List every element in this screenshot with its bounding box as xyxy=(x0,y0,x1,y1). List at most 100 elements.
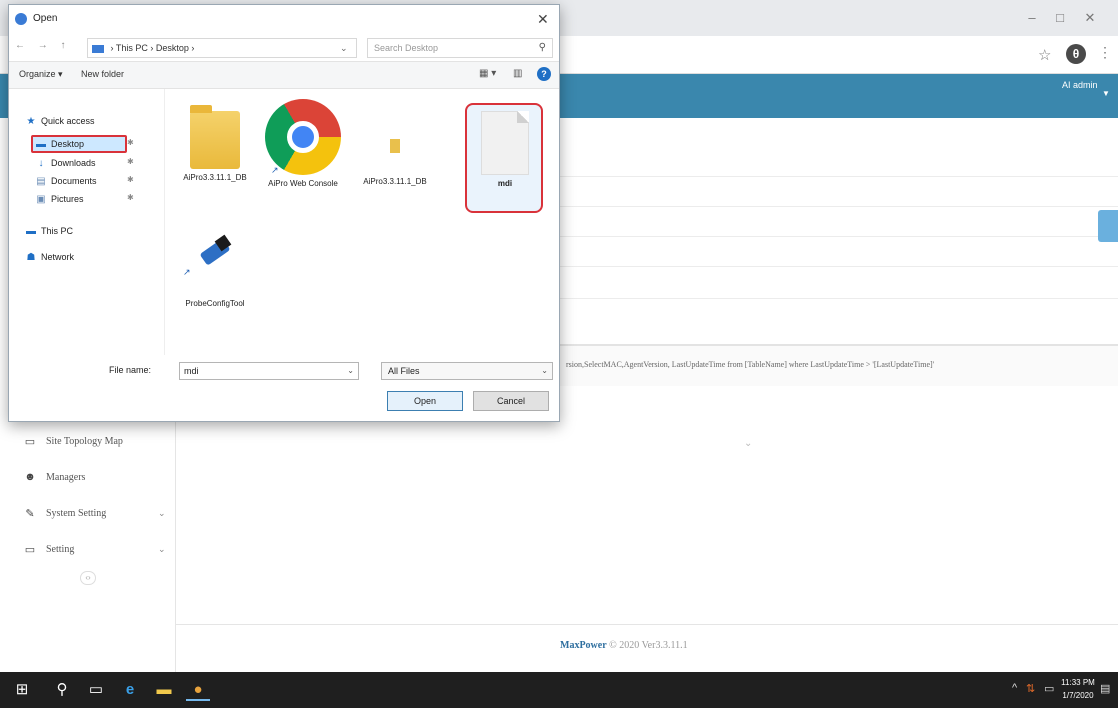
pin-icon[interactable]: ✱ xyxy=(127,138,134,147)
pin-icon[interactable]: ✱ xyxy=(127,175,134,184)
edge-browser-icon[interactable]: e xyxy=(118,679,142,701)
file-item-folder[interactable]: AiPro3.3.11.1_DB xyxy=(355,101,435,187)
clock-time: 11:33 PM xyxy=(1061,678,1095,687)
notification-icon[interactable]: ▤ xyxy=(1100,682,1110,695)
more-menu-icon[interactable]: ⋮ xyxy=(1098,44,1112,61)
users-icon: ☻ xyxy=(24,471,36,483)
clock[interactable]: 11:33 PM 1/7/2020 xyxy=(1060,676,1096,702)
breadcrumb: › This PC › Desktop › xyxy=(110,43,195,53)
chrome-icon xyxy=(265,99,341,175)
documents-icon: ▤ xyxy=(36,176,46,187)
maximize-icon[interactable]: □ xyxy=(1046,8,1074,28)
user-name: AI admin xyxy=(1062,80,1098,90)
search-placeholder: Search Desktop xyxy=(374,43,439,53)
pin-icon[interactable]: ✱ xyxy=(127,193,134,202)
navigation-arrows-icon[interactable]: ← → ↑ xyxy=(15,40,71,51)
file-item-shortcut[interactable]: ↗ AiPro Web Console xyxy=(263,95,343,189)
address-bar[interactable]: › This PC › Desktop › ⌄ ↻ xyxy=(87,38,357,71)
pane-item-documents[interactable]: ▤ Documents xyxy=(35,173,97,189)
network-icon: ☗ xyxy=(26,252,36,263)
file-name: AiPro3.3.11.1_DB xyxy=(183,173,247,182)
chrome-icon xyxy=(15,13,27,25)
file-item-folder[interactable]: AiPro3.3.11.1_DB xyxy=(175,101,255,183)
side-panel-toggle[interactable] xyxy=(1098,210,1118,242)
divider xyxy=(560,266,1118,267)
sidebar: ▭ Site Topology Map ☻ Managers ✎ System … xyxy=(0,420,176,672)
open-button[interactable]: Open xyxy=(387,391,463,411)
file-type-select[interactable]: All Files ⌄ xyxy=(381,362,553,380)
chevron-up-icon[interactable]: ^ xyxy=(1012,682,1017,694)
screen-icon: ▭ xyxy=(24,543,36,556)
sidebar-item-system-setting[interactable]: ✎ System Setting ⌄ xyxy=(0,498,176,528)
close-icon[interactable]: ✕ xyxy=(1076,8,1104,28)
sidebar-item-managers[interactable]: ☻ Managers xyxy=(0,462,176,492)
close-icon[interactable]: ✕ xyxy=(537,11,549,28)
pin-icon[interactable]: ✱ xyxy=(127,157,134,166)
task-view-icon[interactable]: ▭ xyxy=(84,679,108,701)
file-list: AiPro3.3.11.1_DB ↗ AiPro Web Console AiP… xyxy=(169,95,555,355)
sidebar-item-setting[interactable]: ▭ Setting ⌄ xyxy=(0,534,176,564)
search-icon[interactable]: ⚲ xyxy=(50,679,74,701)
chevron-down-icon[interactable]: ⌄ xyxy=(744,438,752,449)
preview-pane-icon[interactable]: ▥ xyxy=(513,68,522,79)
chevron-down-icon: ⌄ xyxy=(541,366,548,375)
star-icon: ★ xyxy=(26,116,36,127)
file-explorer-icon[interactable]: ▬ xyxy=(152,679,176,701)
file-type-value: All Files xyxy=(388,366,420,376)
help-icon[interactable]: ? xyxy=(537,67,551,81)
search-icon: ⚲ xyxy=(538,42,546,53)
dialog-titlebar: Open ✕ xyxy=(9,5,559,35)
sidebar-collapse-button[interactable]: ‹› xyxy=(80,571,96,585)
zip-folder-icon xyxy=(390,139,400,153)
divider xyxy=(560,176,1118,177)
pane-item-quick-access[interactable]: ★ Quick access xyxy=(25,113,95,129)
chevron-down-icon[interactable]: ⌄ xyxy=(347,363,354,379)
account-icon[interactable]: θ xyxy=(1066,44,1086,64)
shortcut-arrow-icon: ↗ xyxy=(271,165,279,175)
organize-button[interactable]: Organize ▾ xyxy=(19,69,63,80)
file-name: AiPro Web Console xyxy=(268,179,338,188)
view-options-icon[interactable]: ▦ ▾ xyxy=(479,68,496,79)
file-name-value: mdi xyxy=(184,366,199,376)
pane-item-this-pc[interactable]: ▬ This PC xyxy=(25,223,73,239)
footer-copyright: © 2020 Ver3.3.11.1 xyxy=(609,640,688,651)
pane-item-downloads[interactable]: ↓ Downloads xyxy=(35,155,96,171)
edit-icon: ✎ xyxy=(25,507,35,520)
sidebar-item-label: System Setting xyxy=(46,507,107,519)
pane-item-label: Pictures xyxy=(51,194,84,204)
pane-item-network[interactable]: ☗ Network xyxy=(25,249,75,265)
file-item-selected[interactable]: mdi xyxy=(465,101,545,189)
footer: MaxPower © 2020 Ver3.3.11.1 xyxy=(560,640,688,651)
pane-item-pictures[interactable]: ▣ Pictures xyxy=(35,191,84,207)
this-pc-icon xyxy=(92,44,104,53)
sidebar-item-label: Setting xyxy=(46,543,75,555)
divider xyxy=(176,624,1118,625)
user-menu[interactable]: AI admin ▼ xyxy=(1062,80,1112,112)
cancel-button[interactable]: Cancel xyxy=(473,391,549,411)
windows-start-icon[interactable]: ⊞ xyxy=(10,679,34,701)
new-folder-button[interactable]: New folder xyxy=(81,69,124,79)
pane-item-desktop[interactable]: ▬ Desktop xyxy=(35,136,84,152)
bookmark-star-icon[interactable]: ☆ xyxy=(1038,46,1051,64)
file-name: ProbeConfigTool xyxy=(185,299,245,308)
display-icon[interactable]: ▭ xyxy=(1044,682,1054,695)
shortcut-arrow-icon: ↗ xyxy=(183,267,191,277)
clock-date: 1/7/2020 xyxy=(1062,691,1094,700)
sidebar-item-site-topology-map[interactable]: ▭ Site Topology Map xyxy=(0,426,176,456)
navigation-pane: ★ Quick access ▬ Desktop ✱ ↓ Downloads ✱ ▤ D… xyxy=(9,89,165,355)
footer-brand: MaxPower xyxy=(560,640,607,651)
minimize-icon[interactable]: – xyxy=(1018,8,1046,28)
file-item-shortcut[interactable]: ↗ ProbeConfigTool xyxy=(175,219,255,309)
computer-icon: ▬ xyxy=(26,226,36,237)
file-name-input[interactable]: mdi ⌄ xyxy=(179,362,359,380)
pane-item-label: Desktop xyxy=(51,139,85,149)
sidebar-item-label: Site Topology Map xyxy=(46,435,123,447)
download-icon: ↓ xyxy=(38,158,44,169)
search-input[interactable]: Search Desktop ⚲ xyxy=(367,38,553,58)
pane-item-label: Documents xyxy=(51,176,97,186)
network-icon[interactable]: ⇅ xyxy=(1026,682,1035,695)
taskbar: ⊞ ⚲ ▭ e ▬ ● ^ ⇅ ▭ 11:33 PM 1/7/2020 ▤ xyxy=(0,672,1118,708)
chrome-taskbar-icon[interactable]: ● xyxy=(186,679,210,701)
probe-tool-icon xyxy=(195,231,235,271)
desktop-icon: ▬ xyxy=(36,139,46,150)
